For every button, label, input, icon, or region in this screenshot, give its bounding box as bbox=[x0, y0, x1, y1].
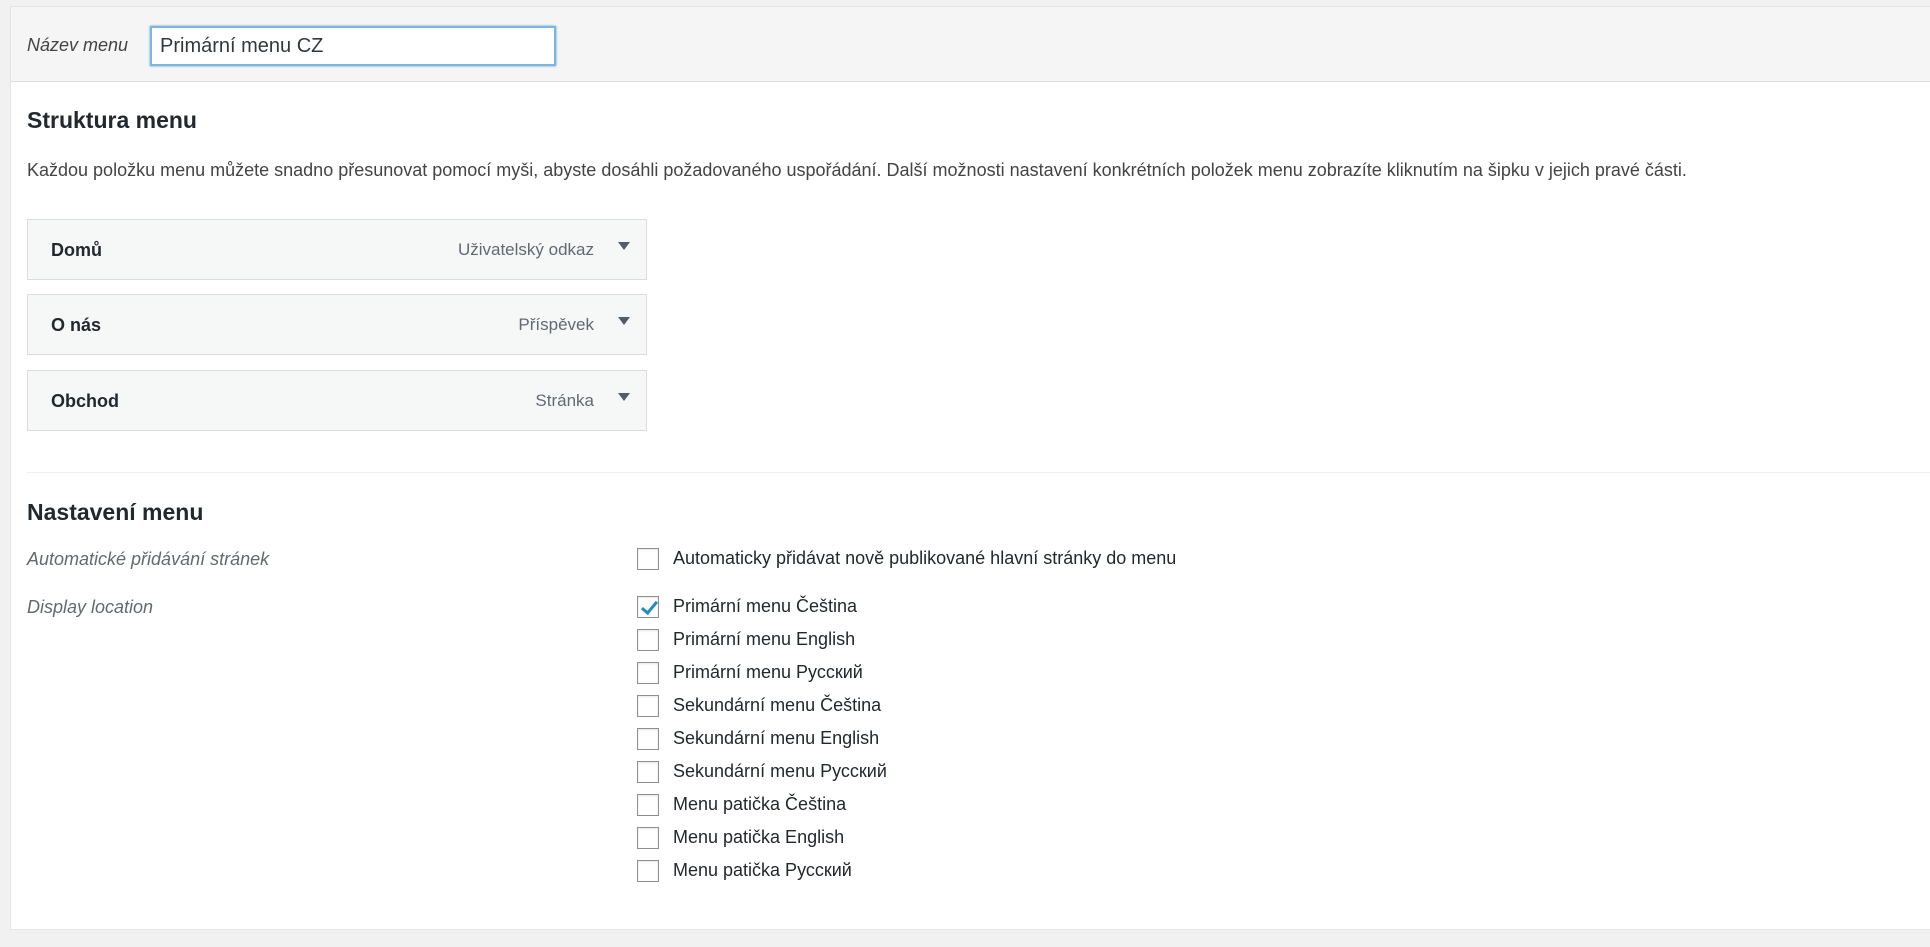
location-checkbox-label[interactable]: Menu patička Русский bbox=[673, 860, 852, 881]
menu-item[interactable]: Obchod Stránka bbox=[27, 370, 647, 431]
location-checkbox-label[interactable]: Primární menu Русский bbox=[673, 662, 863, 683]
menu-header: Název menu bbox=[11, 7, 1930, 82]
location-checkbox[interactable] bbox=[637, 794, 659, 816]
location-checkbox-label[interactable]: Menu patička English bbox=[673, 827, 844, 848]
structure-description: Každou položku menu můžete snadno přesun… bbox=[27, 160, 1687, 180]
location-checkbox[interactable] bbox=[637, 596, 659, 618]
location-checkbox-label[interactable]: Sekundární menu Русский bbox=[673, 761, 887, 782]
menu-item-title: O nás bbox=[51, 315, 102, 335]
auto-add-checkbox[interactable] bbox=[637, 548, 659, 570]
location-checkbox-label[interactable]: Sekundární menu English bbox=[673, 728, 879, 749]
section-divider bbox=[27, 472, 1930, 473]
menu-name-label: Název menu bbox=[27, 35, 129, 55]
structure-heading: Struktura menu bbox=[27, 107, 197, 133]
checkmark-icon bbox=[640, 596, 659, 616]
menu-item-type: Stránka bbox=[535, 391, 594, 410]
menu-item-type: Uživatelský odkaz bbox=[457, 240, 594, 259]
location-checkbox[interactable] bbox=[637, 728, 659, 750]
expand-arrow-icon[interactable] bbox=[618, 317, 630, 325]
location-checkbox[interactable] bbox=[637, 761, 659, 783]
location-checkbox[interactable] bbox=[637, 827, 659, 849]
location-checkbox-label[interactable]: Menu patička Čeština bbox=[673, 794, 846, 815]
menu-item[interactable]: Domů Uživatelský odkaz bbox=[27, 219, 647, 280]
menu-name-input[interactable] bbox=[150, 26, 556, 66]
menu-item[interactable]: O nás Příspěvek bbox=[27, 294, 647, 355]
location-checkbox[interactable] bbox=[637, 662, 659, 684]
auto-add-checkbox-label[interactable]: Automaticky přidávat nově publikované hl… bbox=[673, 548, 1176, 569]
expand-arrow-icon[interactable] bbox=[618, 393, 630, 401]
settings-heading: Nastavení menu bbox=[27, 499, 204, 525]
auto-add-label: Automatické přidávání stránek bbox=[27, 549, 270, 569]
menu-item-title: Domů bbox=[51, 240, 102, 260]
location-checkbox[interactable] bbox=[637, 695, 659, 717]
location-checkbox[interactable] bbox=[637, 629, 659, 651]
location-checkbox[interactable] bbox=[637, 860, 659, 882]
menu-item-title: Obchod bbox=[51, 391, 119, 411]
display-location-label: Display location bbox=[27, 597, 154, 617]
menu-editor-panel: Název menu Struktura menu Každou položku… bbox=[10, 6, 1930, 930]
expand-arrow-icon[interactable] bbox=[618, 242, 630, 250]
location-checkbox-label[interactable]: Primární menu Čeština bbox=[673, 596, 857, 617]
location-checkbox-label[interactable]: Primární menu English bbox=[673, 629, 855, 650]
location-checkbox-label[interactable]: Sekundární menu Čeština bbox=[673, 695, 881, 716]
menu-item-type: Příspěvek bbox=[518, 315, 594, 334]
